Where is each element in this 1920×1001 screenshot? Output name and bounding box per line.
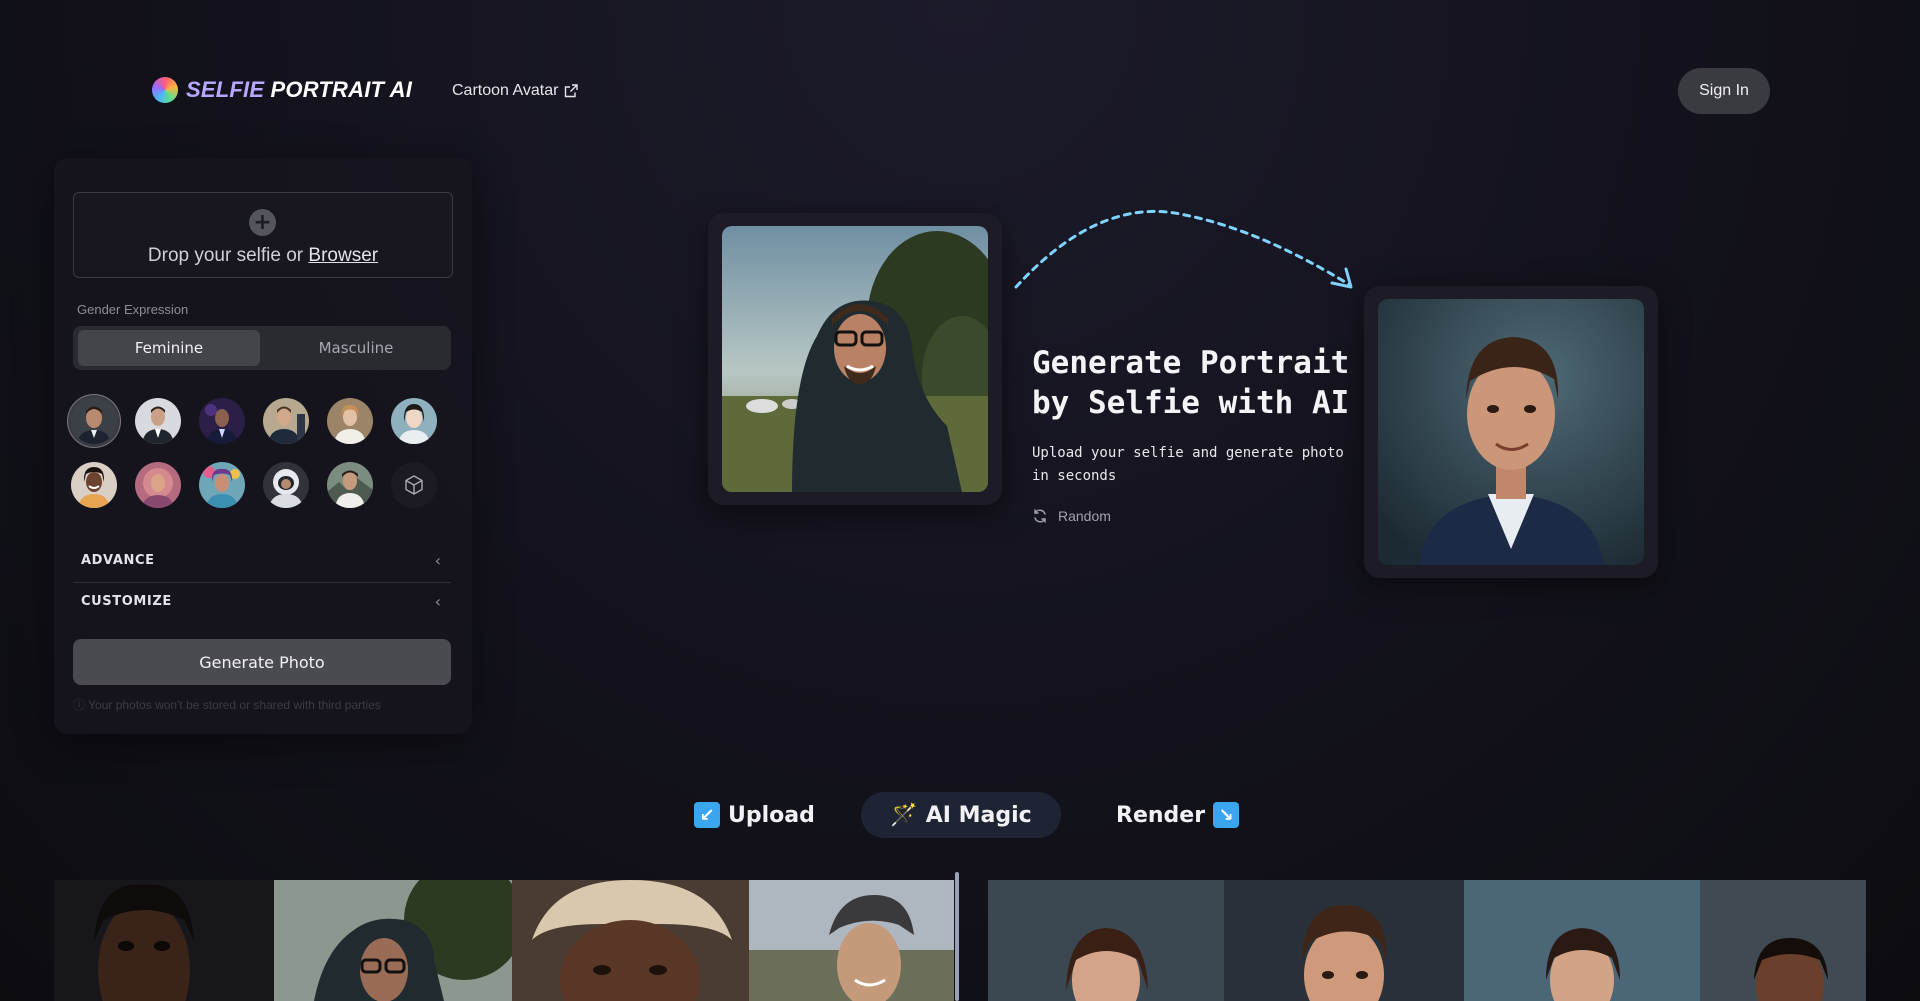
drop-label: Drop your selfie or [147, 245, 304, 266]
selfie-example-card [708, 213, 1002, 505]
logo-icon [152, 77, 178, 103]
selfie-drop-zone[interactable]: + Drop your selfie or Browser [73, 192, 453, 278]
generate-photo-button[interactable]: Generate Photo [73, 639, 451, 685]
hero-subtitle: Upload your selfie and generate photo in… [1032, 445, 1344, 484]
sign-in-button[interactable]: Sign In [1678, 68, 1770, 114]
style-avatar-4[interactable] [263, 398, 309, 444]
chevron-left-icon: ‹ [434, 550, 441, 570]
hero-title: Generate Portrait by Selfie with AI [1032, 345, 1350, 421]
magic-wand-icon: 🪄 [890, 802, 918, 828]
result-portrait-card [1364, 286, 1658, 578]
step-render: Render ↘ [1116, 792, 1240, 838]
selfie-example-image [722, 226, 988, 492]
style-avatar-11[interactable] [327, 462, 373, 508]
compare-slider-handle[interactable] [955, 872, 959, 1001]
gallery-photo [1224, 880, 1464, 1001]
generator-panel: + Drop your selfie or Browser Gender Exp… [54, 158, 472, 734]
random-style-button[interactable] [391, 462, 437, 508]
logo-text-selfie: SELFIE [186, 77, 265, 102]
random-button[interactable]: Random [1032, 508, 1111, 524]
gender-option-feminine[interactable]: Feminine [78, 330, 260, 366]
gallery-photo [1700, 880, 1866, 1001]
gender-expression-label: Gender Expression [77, 302, 189, 317]
step-magic-label: AI Magic [925, 802, 1032, 828]
style-avatar-grid [71, 398, 455, 518]
gallery-photo [988, 880, 1224, 1001]
style-avatar-5[interactable] [327, 398, 373, 444]
style-avatar-1[interactable] [71, 398, 117, 444]
style-avatar-8[interactable] [135, 462, 181, 508]
random-label: Random [1058, 508, 1111, 524]
gender-toggle: Feminine Masculine [73, 326, 451, 370]
external-link-icon [565, 84, 579, 98]
arrow-down-right-icon: ↘ [1213, 802, 1240, 828]
style-avatar-3[interactable] [199, 398, 245, 444]
step-upload: ↙ Upload [694, 792, 815, 838]
logo[interactable]: SELFIE PORTRAIT AI [152, 77, 412, 103]
advance-label: ADVANCE [81, 552, 155, 568]
result-portrait-image [1378, 299, 1644, 565]
style-avatar-9[interactable] [199, 462, 245, 508]
cartoon-avatar-label: Cartoon Avatar [452, 82, 559, 99]
customize-label: CUSTOMIZE [81, 593, 172, 609]
browse-link[interactable]: Browser [308, 245, 378, 266]
refresh-icon [1034, 509, 1046, 523]
style-avatar-6[interactable] [391, 398, 437, 444]
customize-section-toggle[interactable]: CUSTOMIZE ‹ [73, 582, 451, 620]
chevron-left-icon: ‹ [434, 591, 441, 611]
before-after-gallery [54, 880, 1866, 1001]
privacy-note: ⓘ Your photos won't be stored or shared … [73, 698, 381, 712]
style-avatar-2[interactable] [135, 398, 181, 444]
advance-section-toggle[interactable]: ADVANCE ‹ [73, 541, 451, 579]
cartoon-avatar-link[interactable]: Cartoon Avatar [452, 82, 579, 100]
transform-arrow-icon [1014, 209, 1353, 289]
logo-text-portrait: PORTRAIT AI [270, 77, 413, 102]
cube-icon [405, 475, 423, 495]
step-ai-magic: 🪄 AI Magic [861, 792, 1061, 838]
gallery-photo [749, 880, 954, 1001]
gallery-photo [274, 880, 512, 1001]
gender-option-masculine[interactable]: Masculine [265, 330, 447, 366]
gallery-photo [54, 880, 274, 1001]
step-render-label: Render [1116, 802, 1206, 828]
arrow-down-left-icon: ↙ [694, 802, 720, 828]
step-upload-label: Upload [728, 802, 815, 828]
gallery-photo [1464, 880, 1700, 1001]
plus-icon: + [249, 209, 276, 236]
style-avatar-7[interactable] [71, 462, 117, 508]
style-avatar-10[interactable] [263, 462, 309, 508]
gallery-photo [512, 880, 749, 1001]
